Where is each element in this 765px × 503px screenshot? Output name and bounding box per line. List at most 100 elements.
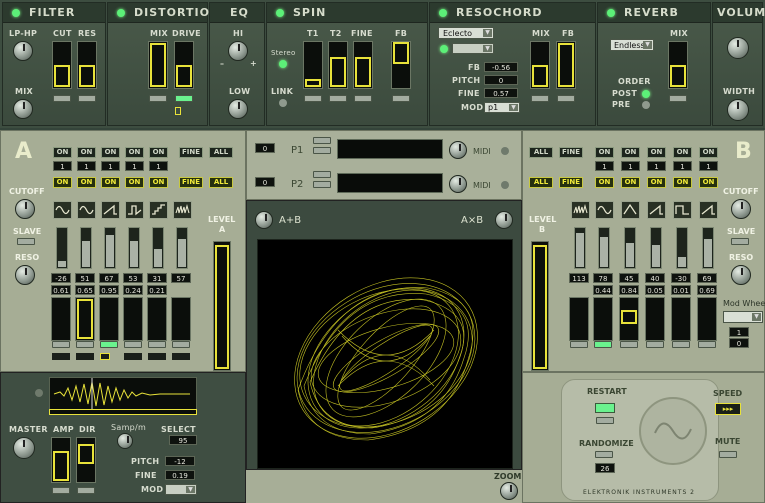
harmonic-slider[interactable] <box>650 227 662 269</box>
osc-a-on-5[interactable]: ON <box>149 147 168 158</box>
sample-scrollbar[interactable] <box>49 409 197 415</box>
reverb-power-led[interactable] <box>607 9 615 17</box>
osc-a-on-1[interactable]: ON <box>53 147 72 158</box>
osc-a-all-button[interactable]: ALL <box>209 147 233 158</box>
osc-a-env-6[interactable] <box>171 297 191 341</box>
resochord-preset-select[interactable]: Eclecto ▼ <box>438 27 494 39</box>
width-knob[interactable] <box>727 99 749 121</box>
osc-a-env-btn-6[interactable] <box>172 341 190 348</box>
osc-b-lit-all[interactable]: ALL <box>529 177 553 188</box>
osc-a-count-5[interactable]: 1 <box>149 161 168 171</box>
dist-mix-button[interactable] <box>149 95 167 102</box>
osc-b-env-btn-3[interactable] <box>620 341 638 348</box>
volume-knob[interactable] <box>727 37 749 59</box>
eq-hi-knob[interactable] <box>228 41 248 61</box>
osc-b-env-4[interactable] <box>645 297 665 341</box>
osc-b-lit-on-1[interactable]: ON <box>595 177 614 188</box>
dist-drive-fader[interactable] <box>174 41 194 89</box>
osc-a-on-2[interactable]: ON <box>77 147 96 158</box>
osc-a-lit-on-5[interactable]: ON <box>149 177 168 188</box>
dir-fader[interactable] <box>76 437 96 483</box>
link-led[interactable] <box>279 99 287 107</box>
osc-a-env-btn-4[interactable] <box>124 341 142 348</box>
osc-b-on-2[interactable]: ON <box>621 147 640 158</box>
post-led[interactable] <box>642 90 650 98</box>
harmonic-slider[interactable] <box>624 227 636 269</box>
osc-b-value-3[interactable]: 45 <box>619 273 639 283</box>
osc-a-cutoff-knob[interactable] <box>15 199 35 219</box>
osc-b-fine-2[interactable]: 0.44 <box>593 285 613 295</box>
harmonic-slider[interactable] <box>128 227 140 269</box>
osc-a-fine-3[interactable]: 0.95 <box>99 285 119 295</box>
osc-b-env-btn-5[interactable] <box>672 341 690 348</box>
cut-fader[interactable] <box>52 41 72 89</box>
osc-b-reso-knob[interactable] <box>731 265 751 285</box>
lp-hp-knob[interactable] <box>13 41 33 61</box>
osc-b-on-5[interactable]: ON <box>699 147 718 158</box>
osc-b-env-5[interactable] <box>671 297 691 341</box>
amp-button[interactable] <box>52 487 70 494</box>
sine-wave-icon[interactable] <box>77 201 96 219</box>
osc-b-value-2[interactable]: 78 <box>593 273 613 283</box>
p1-down[interactable] <box>313 147 331 154</box>
steps-wave-icon[interactable] <box>149 201 168 219</box>
osc-b-count-3[interactable]: 1 <box>647 161 666 171</box>
osc-a-fine-4[interactable]: 0.24 <box>123 285 143 295</box>
harmonic-slider[interactable] <box>574 227 586 269</box>
osc-a-reso-knob[interactable] <box>15 265 35 285</box>
osc-b-lit-fine[interactable]: FINE <box>559 177 583 188</box>
reso-mod-select[interactable]: p1 ▼ <box>484 102 520 113</box>
osc-b-on-3[interactable]: ON <box>647 147 666 158</box>
osc-b-env-btn-2[interactable] <box>594 341 612 348</box>
p1-knob[interactable] <box>449 141 467 159</box>
sample-led[interactable] <box>35 389 43 397</box>
reso-fb-value[interactable]: -0.56 <box>484 62 518 72</box>
osc-a-lit-on-2[interactable]: ON <box>77 177 96 188</box>
speed-icon[interactable]: ▸▸▸ <box>715 403 741 415</box>
reso-pitch-value[interactable]: 0 <box>484 75 518 85</box>
osc-a-env-btn-3[interactable] <box>100 341 118 348</box>
res-fader[interactable] <box>77 41 97 89</box>
ramp-wave-icon[interactable] <box>101 201 120 219</box>
p1-up[interactable] <box>313 137 331 144</box>
pre-led[interactable] <box>642 101 650 109</box>
osc-b-env-btn-1[interactable] <box>570 341 588 348</box>
osc-b-all-button[interactable]: ALL <box>529 147 553 158</box>
osc-b-fine-button[interactable]: FINE <box>559 147 583 158</box>
t2-fader[interactable] <box>328 41 348 89</box>
osc-a-value-6[interactable]: 57 <box>171 273 191 283</box>
osc-a-value-1[interactable]: -26 <box>51 273 71 283</box>
level-a-fader[interactable] <box>213 241 231 371</box>
randomize-value[interactable]: 26 <box>595 463 615 473</box>
osc-b-fine-3[interactable]: 0.84 <box>619 285 639 295</box>
spin-fine-button[interactable] <box>354 95 372 102</box>
osc-b-cutoff-knob[interactable] <box>731 199 751 219</box>
apb-knob[interactable] <box>255 211 273 229</box>
harmonic-slider[interactable] <box>702 227 714 269</box>
resochord-sub-select[interactable]: ▼ <box>452 43 494 54</box>
fine-value[interactable]: 0.19 <box>165 470 195 480</box>
osc-b-count-5[interactable]: 1 <box>699 161 718 171</box>
osc-b-harmonic-sliders[interactable] <box>571 227 721 269</box>
p2-value[interactable]: 0 <box>255 177 275 187</box>
noise-wave-icon[interactable] <box>571 201 590 219</box>
square-wave-icon[interactable] <box>673 201 692 219</box>
osc-b-env-2[interactable] <box>593 297 613 341</box>
harmonic-slider[interactable] <box>176 227 188 269</box>
harmonic-slider[interactable] <box>598 227 610 269</box>
osc-b-lit-on-3[interactable]: ON <box>647 177 666 188</box>
p1-midi-led[interactable] <box>501 147 509 155</box>
osc-b-slave-button[interactable] <box>731 238 749 245</box>
filter-power-led[interactable] <box>12 9 20 17</box>
osc-a-on-3[interactable]: ON <box>101 147 120 158</box>
osc-a-harmonic-sliders[interactable] <box>53 227 203 269</box>
dist-mix-fader[interactable] <box>148 41 168 89</box>
reverb-mix-fader[interactable] <box>668 41 688 89</box>
osc-a-value-2[interactable]: 51 <box>75 273 95 283</box>
step-wave-icon[interactable] <box>125 201 144 219</box>
osc-a-lit-fine[interactable]: FINE <box>179 177 203 188</box>
ramp-wave-icon[interactable] <box>699 201 718 219</box>
osc-b-fine-5[interactable]: 0.01 <box>671 285 691 295</box>
triangle-wave-icon[interactable] <box>621 201 640 219</box>
eq-low-knob[interactable] <box>228 99 248 119</box>
